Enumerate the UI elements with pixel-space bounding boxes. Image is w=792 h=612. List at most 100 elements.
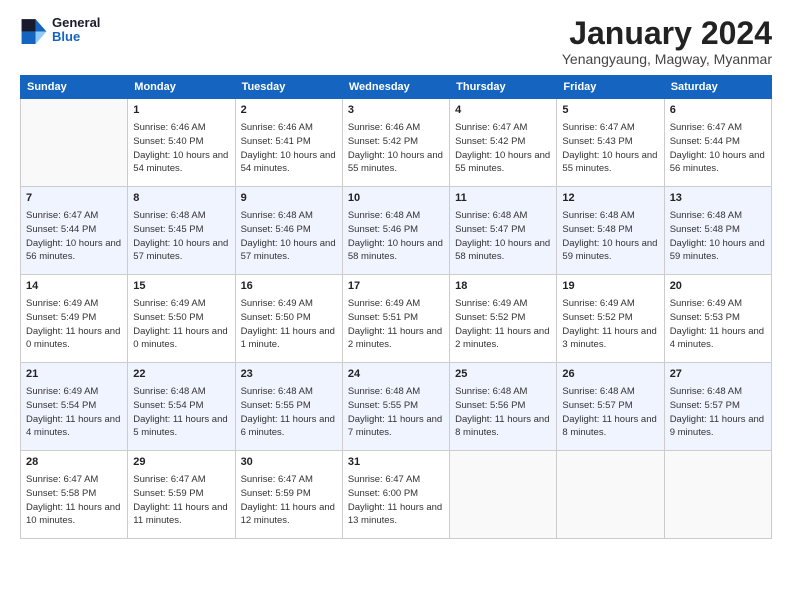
calendar-cell: 5Sunrise: 6:47 AMSunset: 5:43 PMDaylight… bbox=[557, 99, 664, 187]
sunrise-text: Sunrise: 6:47 AM bbox=[133, 473, 229, 487]
calendar-cell: 8Sunrise: 6:48 AMSunset: 5:45 PMDaylight… bbox=[128, 187, 235, 275]
sunset-text: Sunset: 5:50 PM bbox=[241, 311, 337, 325]
sunrise-text: Sunrise: 6:48 AM bbox=[241, 209, 337, 223]
sunset-text: Sunset: 5:49 PM bbox=[26, 311, 122, 325]
logo: General Blue bbox=[20, 16, 100, 45]
calendar-cell: 3Sunrise: 6:46 AMSunset: 5:42 PMDaylight… bbox=[342, 99, 449, 187]
calendar-cell: 21 Sunrise: 6:49 AMSunset: 5:54 PMDayligh… bbox=[21, 363, 128, 451]
sunrise-text: Sunrise: 6:48 AM bbox=[133, 385, 229, 399]
sunrise-text: Sunrise: 6:47 AM bbox=[26, 209, 122, 223]
day-number: 19 bbox=[562, 279, 658, 295]
sunset-text: Sunset: 5:55 PM bbox=[241, 399, 337, 413]
day-number: 6 bbox=[670, 103, 766, 119]
calendar-week-2: 14 Sunrise: 6:49 AMSunset: 5:49 PM Dayligh… bbox=[21, 275, 772, 363]
daylight-text: Daylight: 11 hours and 4 minutes. bbox=[26, 413, 122, 441]
sunrise-text: Sunrise: 6:48 AM bbox=[670, 209, 766, 223]
sunset-text: Sunset: 5:54 PM bbox=[26, 399, 122, 413]
calendar-cell: 23Sunrise: 6:48 AMSunset: 5:55 PMDayligh… bbox=[235, 363, 342, 451]
sunset-text: Sunset: 5:55 PM bbox=[348, 399, 444, 413]
sunset-text: Sunset: 5:53 PM bbox=[670, 311, 766, 325]
daylight-text: Daylight: 11 hours and 4 minutes. bbox=[670, 325, 766, 353]
sunrise-text: Sunrise: 6:47 AM bbox=[562, 121, 658, 135]
calendar-week-1: 7Sunrise: 6:47 AMSunset: 5:44 PMDaylight… bbox=[21, 187, 772, 275]
sunrise-text: Sunrise: 6:49 AM bbox=[26, 297, 122, 311]
sunrise-text: Sunrise: 6:48 AM bbox=[670, 385, 766, 399]
sunset-text: Sunset: 5:46 PM bbox=[348, 223, 444, 237]
col-header-monday: Monday bbox=[128, 76, 235, 99]
sunset-text: Sunset: 5:40 PM bbox=[133, 135, 229, 149]
daylight-text: Daylight: 11 hours and 2 minutes. bbox=[455, 325, 551, 353]
sunrise-text: Sunrise: 6:46 AM bbox=[133, 121, 229, 135]
logo-blue: Blue bbox=[52, 30, 100, 44]
day-number: 2 bbox=[241, 103, 337, 119]
day-number: 8 bbox=[133, 191, 229, 207]
daylight-text: Daylight: 11 hours and 8 minutes. bbox=[562, 413, 658, 441]
day-number: 26 bbox=[562, 367, 658, 383]
daylight-text: Daylight: 10 hours and 55 minutes. bbox=[455, 149, 551, 177]
daylight-text: Daylight: 11 hours and 7 minutes. bbox=[348, 413, 444, 441]
calendar-week-0: 1Sunrise: 6:46 AMSunset: 5:40 PMDaylight… bbox=[21, 99, 772, 187]
calendar-cell: 7Sunrise: 6:47 AMSunset: 5:44 PMDaylight… bbox=[21, 187, 128, 275]
calendar-body: 1Sunrise: 6:46 AMSunset: 5:40 PMDaylight… bbox=[21, 99, 772, 539]
sunset-text: Sunset: 5:57 PM bbox=[670, 399, 766, 413]
col-header-thursday: Thursday bbox=[450, 76, 557, 99]
daylight-text: Daylight: 10 hours and 56 minutes. bbox=[26, 237, 122, 265]
sunrise-text: Sunrise: 6:47 AM bbox=[455, 121, 551, 135]
calendar-cell bbox=[557, 451, 664, 539]
sunrise-text: Sunrise: 6:48 AM bbox=[562, 209, 658, 223]
day-number: 21 bbox=[26, 367, 122, 383]
col-header-saturday: Saturday bbox=[664, 76, 771, 99]
daylight-text: Daylight: 11 hours and 5 minutes. bbox=[133, 413, 229, 441]
calendar-cell: 24Sunrise: 6:48 AMSunset: 5:55 PMDayligh… bbox=[342, 363, 449, 451]
sunrise-text: Sunrise: 6:47 AM bbox=[348, 473, 444, 487]
sunset-text: Sunset: 5:44 PM bbox=[670, 135, 766, 149]
calendar-cell: 2Sunrise: 6:46 AMSunset: 5:41 PMDaylight… bbox=[235, 99, 342, 187]
day-number: 15 bbox=[133, 279, 229, 295]
sunset-text: Sunset: 5:56 PM bbox=[455, 399, 551, 413]
sunrise-text: Sunrise: 6:48 AM bbox=[133, 209, 229, 223]
day-number: 4 bbox=[455, 103, 551, 119]
sunrise-text: Sunrise: 6:48 AM bbox=[455, 385, 551, 399]
sunrise-text: Sunrise: 6:48 AM bbox=[562, 385, 658, 399]
calendar-cell: 1Sunrise: 6:46 AMSunset: 5:40 PMDaylight… bbox=[128, 99, 235, 187]
col-header-tuesday: Tuesday bbox=[235, 76, 342, 99]
daylight-text: Daylight: 11 hours and 10 minutes. bbox=[26, 501, 122, 529]
calendar-week-3: 21Sunrise: 6:49 AMSunset: 5:54 PMDayligh… bbox=[21, 363, 772, 451]
daylight-text: Daylight: 11 hours and 3 minutes. bbox=[562, 325, 658, 353]
calendar-cell: 25Sunrise: 6:48 AMSunset: 5:56 PMDayligh… bbox=[450, 363, 557, 451]
calendar-cell: 14Sunrise: 6:49 AMSunset: 5:49 PMDayligh… bbox=[21, 275, 128, 363]
daylight-text: Daylight: 10 hours and 54 minutes. bbox=[241, 149, 337, 177]
sunset-text: Sunset: 5:42 PM bbox=[348, 135, 444, 149]
daylight-text: Daylight: 11 hours and 11 minutes. bbox=[133, 501, 229, 529]
sunset-text: Sunset: 5:47 PM bbox=[455, 223, 551, 237]
daylight-text: Daylight: 11 hours and 0 minutes. bbox=[133, 325, 229, 353]
calendar-cell bbox=[21, 99, 128, 187]
sunset-text: Sunset: 5:50 PM bbox=[133, 311, 229, 325]
day-number: 7 bbox=[26, 191, 122, 207]
sunrise-text: Sunrise: 6:48 AM bbox=[241, 385, 337, 399]
sunrise-text: Sunrise: 6:47 AM bbox=[26, 473, 122, 487]
day-number: 30 bbox=[241, 455, 337, 471]
daylight-text: Daylight: 11 hours and 13 minutes. bbox=[348, 501, 444, 529]
sunset-text: Sunset: 5:52 PM bbox=[455, 311, 551, 325]
sunset-text: Sunset: 5:57 PM bbox=[562, 399, 658, 413]
calendar-cell: 12Sunrise: 6:48 AMSunset: 5:48 PMDayligh… bbox=[557, 187, 664, 275]
sunrise-text: Sunrise: 6:49 AM bbox=[26, 385, 122, 399]
calendar-cell: 27Sunrise: 6:48 AMSunset: 5:57 PMDayligh… bbox=[664, 363, 771, 451]
calendar-cell: 19Sunrise: 6:49 AMSunset: 5:52 PMDayligh… bbox=[557, 275, 664, 363]
calendar-cell: 11Sunrise: 6:48 AMSunset: 5:47 PMDayligh… bbox=[450, 187, 557, 275]
day-number: 5 bbox=[562, 103, 658, 119]
day-number: 11 bbox=[455, 191, 551, 207]
sunrise-text: Sunrise: 6:47 AM bbox=[241, 473, 337, 487]
sunset-text: Sunset: 5:43 PM bbox=[562, 135, 658, 149]
calendar-cell: 26 Sunrise: 6:48 AMSunset: 5:57 PMDayligh… bbox=[557, 363, 664, 451]
col-header-sunday: Sunday bbox=[21, 76, 128, 99]
daylight-text: Daylight: 11 hours and 2 minutes. bbox=[348, 325, 444, 353]
daylight-text: Daylight: 11 hours and 1 minute. bbox=[241, 325, 337, 353]
sunrise-text: Sunrise: 6:48 AM bbox=[348, 209, 444, 223]
day-number: 14 bbox=[26, 279, 122, 295]
day-number: 24 bbox=[348, 367, 444, 383]
sunset-text: Sunset: 5:48 PM bbox=[562, 223, 658, 237]
calendar-cell: 28Sunrise: 6:47 AMSunset: 5:58 PMDayligh… bbox=[21, 451, 128, 539]
daylight-text: Daylight: 11 hours and 9 minutes. bbox=[670, 413, 766, 441]
